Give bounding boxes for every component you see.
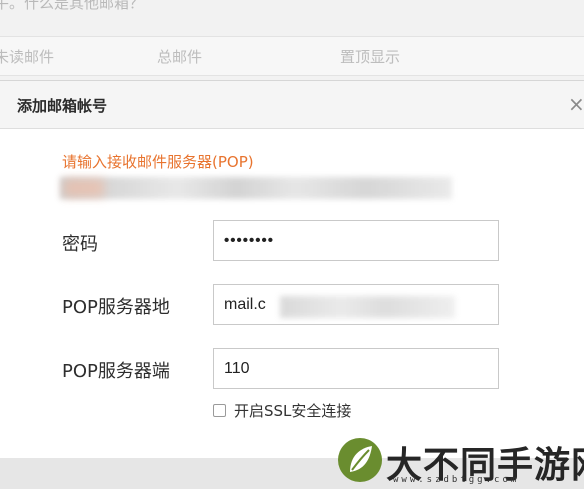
close-icon[interactable]: ×: [568, 92, 584, 116]
dialog-header: 添加邮箱帐号 ×: [0, 81, 584, 129]
pop-port-value: 110: [224, 360, 250, 377]
watermark-url: www.szdbtgg.com: [393, 475, 520, 485]
tab-all-mail[interactable]: 总邮件: [157, 46, 202, 67]
tab-pinned-display[interactable]: 置顶显示: [340, 46, 400, 67]
redacted-text-blur: [60, 177, 452, 199]
password-value: ••••••••: [224, 232, 275, 249]
ssl-checkbox-label[interactable]: 开启SSL安全连接: [234, 400, 351, 421]
redacted-server-blur: [280, 296, 455, 318]
ssl-option-row: 开启SSL安全连接: [213, 400, 351, 420]
pop-instruction-text: 请输入接收邮件服务器(POP): [62, 153, 254, 171]
password-label: 密码: [62, 234, 98, 255]
background-hint-text: 牛。什么是其他邮箱？: [0, 0, 145, 12]
pop-server-label: POP服务器地: [62, 297, 170, 318]
pop-server-value: mail.c: [224, 296, 266, 313]
redacted-text-blur-accent: [64, 179, 104, 197]
password-field[interactable]: ••••••••: [213, 220, 499, 261]
background-tab-bar: 未读邮件 总邮件 置顶显示: [0, 36, 584, 76]
dialog-title: 添加邮箱帐号: [17, 97, 108, 115]
ssl-checkbox[interactable]: [213, 403, 226, 417]
tab-unread-mail[interactable]: 未读邮件: [0, 46, 54, 67]
pop-port-label: POP服务器端: [62, 361, 170, 382]
pop-port-field[interactable]: 110: [213, 348, 499, 389]
leaf-logo-icon: [338, 438, 382, 482]
